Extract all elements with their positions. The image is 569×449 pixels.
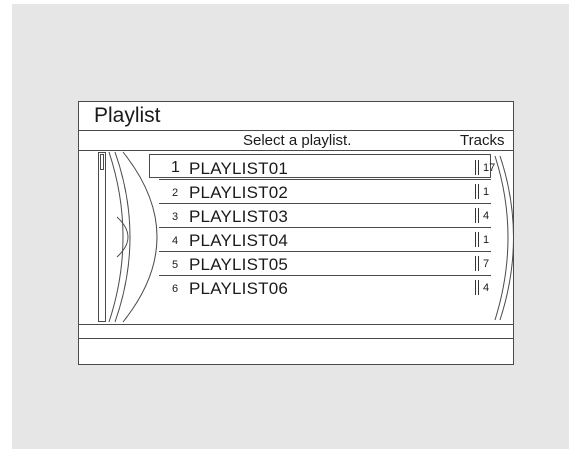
playlist-name: PLAYLIST04 [189, 231, 289, 250]
tracks-bar-icon [475, 160, 479, 175]
track-count: 1 [483, 186, 490, 198]
background-panel: Playlist Select a playlist. Tracks 1 PLAY… [12, 4, 569, 449]
playlist-name: PLAYLIST01 [189, 159, 289, 178]
playlist-row[interactable]: 2 PLAYLIST02 1 [159, 180, 491, 204]
tracks-bar-icon [475, 208, 479, 223]
footer-divider-bottom [79, 338, 513, 339]
playlist-number: 5 [172, 259, 179, 271]
playlist-name: PLAYLIST05 [189, 255, 289, 274]
tracks-bar-icon [475, 256, 479, 271]
footer-divider-top [79, 324, 513, 325]
track-count: 17 [483, 162, 496, 174]
track-count: 4 [483, 282, 490, 294]
track-count: 7 [483, 258, 490, 270]
track-count: 4 [483, 210, 490, 222]
playlist-row[interactable]: 3 PLAYLIST03 4 [159, 204, 491, 228]
playlist-number: 1 [171, 159, 180, 176]
tracks-bar-icon [475, 232, 479, 247]
playlist-number: 6 [172, 283, 179, 295]
playlist-row[interactable]: 1 PLAYLIST01 17 [159, 156, 495, 180]
playlist-row[interactable]: 6 PLAYLIST06 4 [159, 276, 491, 300]
playlist-row[interactable]: 4 PLAYLIST04 1 [159, 228, 491, 252]
playlist-name: PLAYLIST03 [189, 207, 289, 226]
track-count: 1 [483, 234, 490, 246]
playlist-name: PLAYLIST06 [189, 279, 289, 298]
tracks-bar-icon [475, 280, 479, 295]
playlist-row[interactable]: 5 PLAYLIST05 7 [159, 252, 491, 276]
playlist-name: PLAYLIST02 [189, 183, 289, 202]
playlist-number: 2 [172, 187, 179, 199]
playlist-screen: Playlist Select a playlist. Tracks 1 PLAY… [78, 101, 514, 365]
playlist-list: 1 PLAYLIST01 17 2 PLAYLIST02 1 3 PLAYLIST03 4 4 PL… [151, 156, 503, 300]
playlist-number: 4 [172, 235, 179, 247]
tracks-bar-icon [475, 184, 479, 199]
playlist-number: 3 [172, 211, 179, 223]
